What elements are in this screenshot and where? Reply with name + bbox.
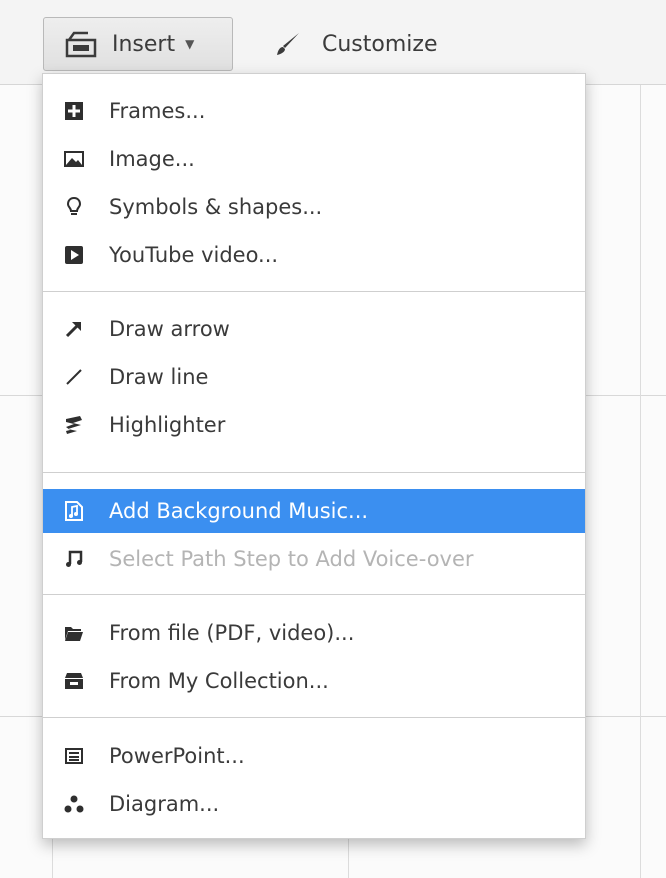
insert-box-icon	[65, 31, 97, 58]
menu-item-highlighter[interactable]: Highlighter	[43, 403, 585, 447]
insert-button[interactable]: Insert ▼	[43, 17, 233, 71]
menu-item-add-voice-over: Select Path Step to Add Voice-over	[43, 537, 585, 581]
brush-icon	[277, 33, 299, 55]
customize-label: Customize	[322, 31, 438, 57]
insert-dropdown-menu: Frames... Image... Symbols & shapes... Y…	[42, 73, 586, 839]
menu-item-symbols-shapes[interactable]: Symbols & shapes...	[43, 185, 585, 229]
youtube-play-icon	[63, 244, 85, 266]
menu-item-label: Symbols & shapes...	[109, 195, 323, 219]
menu-item-from-my-collection[interactable]: From My Collection...	[43, 659, 585, 703]
menu-item-powerpoint[interactable]: PowerPoint...	[43, 734, 585, 778]
customize-button[interactable]: Customize	[270, 17, 437, 71]
menu-item-label: Draw line	[109, 365, 209, 389]
lightbulb-icon	[63, 196, 85, 218]
menu-item-frames[interactable]: Frames...	[43, 89, 585, 133]
menu-item-label: From file (PDF, video)...	[109, 621, 355, 645]
menu-item-draw-line[interactable]: Draw line	[43, 355, 585, 399]
canvas-grid-line	[640, 80, 641, 878]
menu-item-image[interactable]: Image...	[43, 137, 585, 181]
menu-item-from-file[interactable]: From file (PDF, video)...	[43, 611, 585, 655]
menu-item-label: Draw arrow	[109, 317, 230, 341]
insert-label: Insert	[112, 31, 176, 57]
menu-item-label: Diagram...	[109, 792, 220, 816]
menu-item-diagram[interactable]: Diagram...	[43, 782, 585, 826]
diagram-icon	[63, 793, 85, 815]
menu-item-label: YouTube video...	[109, 243, 279, 267]
menu-item-label: Add Background Music...	[109, 499, 369, 523]
menu-item-label: PowerPoint...	[109, 744, 245, 768]
music-note-icon	[63, 548, 85, 570]
highlighter-icon	[63, 414, 85, 436]
menu-item-label: Select Path Step to Add Voice-over	[109, 547, 474, 571]
menu-item-label: Highlighter	[109, 413, 226, 437]
menu-item-youtube-video[interactable]: YouTube video...	[43, 233, 585, 277]
music-file-icon	[63, 500, 85, 522]
menu-separator	[43, 594, 585, 595]
menu-item-label: Frames...	[109, 99, 206, 123]
folder-icon	[63, 622, 85, 644]
chevron-down-icon: ▼	[185, 37, 195, 51]
arrow-icon	[63, 318, 85, 340]
powerpoint-icon	[63, 745, 85, 767]
menu-item-label: Image...	[109, 147, 195, 171]
frame-plus-icon	[63, 100, 85, 122]
menu-item-draw-arrow[interactable]: Draw arrow	[43, 307, 585, 351]
menu-item-label: From My Collection...	[109, 669, 329, 693]
menu-item-add-background-music[interactable]: Add Background Music...	[43, 489, 585, 533]
menu-separator	[43, 717, 585, 718]
menu-separator	[43, 291, 585, 292]
menu-separator	[43, 472, 585, 473]
image-icon	[63, 148, 85, 170]
collection-box-icon	[63, 670, 85, 692]
line-icon	[63, 366, 85, 388]
